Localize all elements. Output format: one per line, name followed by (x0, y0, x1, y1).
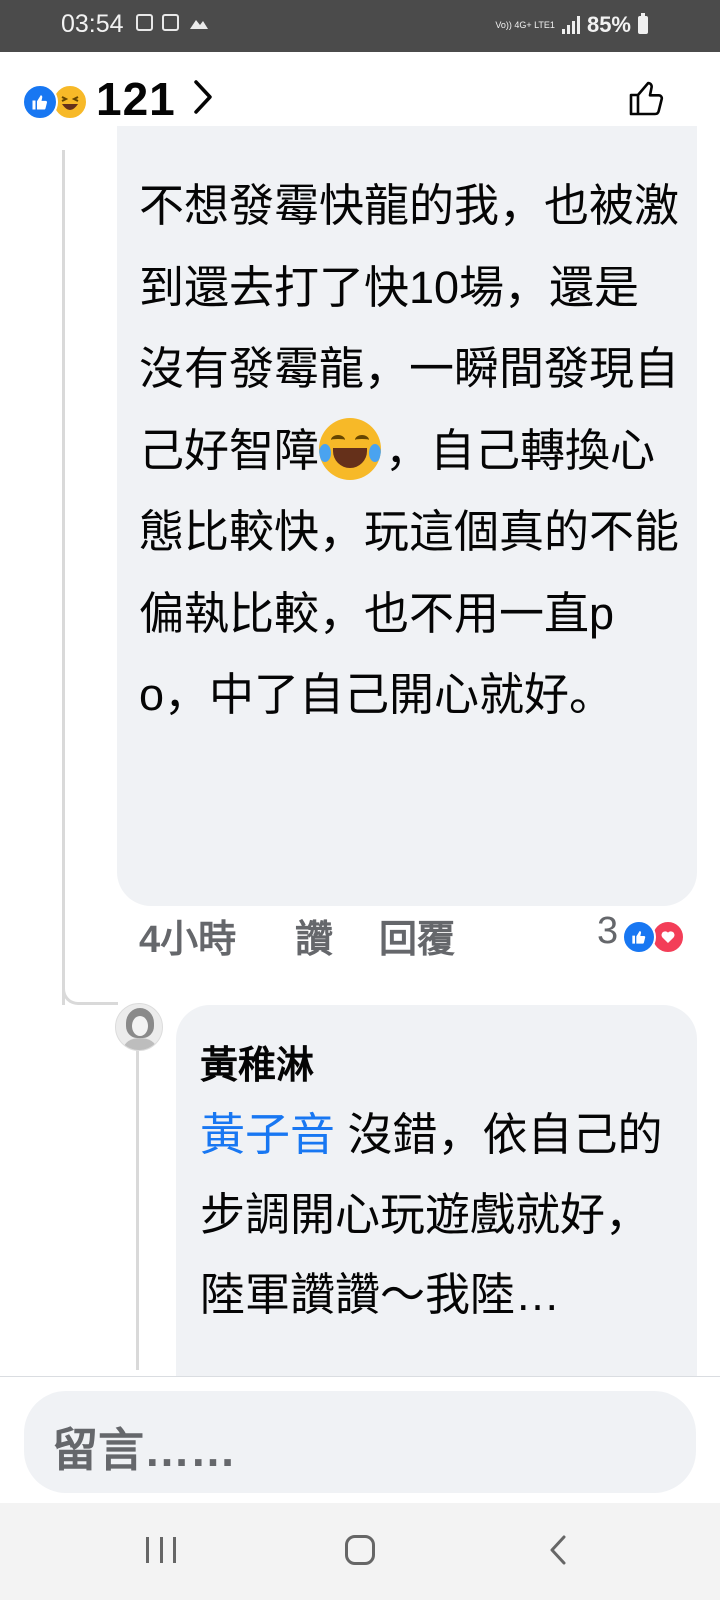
network-indicator: Vo)) 4G+ LTE1 (495, 20, 555, 30)
comment-reaction-count[interactable]: 3 (597, 910, 618, 953)
status-notification-icons (136, 14, 210, 31)
thread-line (62, 150, 65, 1005)
reply-button[interactable]: 回覆 (379, 908, 455, 963)
back-icon[interactable] (548, 1533, 568, 1567)
like-button-icon[interactable] (627, 78, 667, 118)
comment-composer: 留言…… (0, 1376, 720, 1504)
comment-input-placeholder: 留言…… (52, 1424, 236, 1476)
chevron-right-icon[interactable] (192, 78, 214, 116)
battery-icon (638, 13, 648, 34)
signal-icon (561, 16, 580, 34)
system-nav-bar (0, 1503, 720, 1600)
reaction-count[interactable]: 121 (96, 72, 176, 126)
battery-percent: 85% (586, 12, 631, 37)
home-icon[interactable] (345, 1535, 375, 1565)
gallery-icon (136, 14, 153, 31)
reply-text: 黃子音 沒錯，依自己的步調開心玩遊戲就好，陸軍讚讚～我陸… (200, 1109, 663, 1320)
reply-author[interactable]: 黃稚淋 (200, 1034, 314, 1089)
comment-reaction-icons[interactable] (622, 920, 685, 954)
reaction-icons[interactable] (22, 84, 88, 120)
check-icon (162, 14, 179, 31)
like-button[interactable]: 讚 (295, 908, 333, 963)
tears-of-joy-icon (319, 417, 382, 480)
comment-text: 不想發霉快龍的我，也被激到還去打了快10場，還是沒有發霉龍，一瞬間發現自己好智障… (139, 180, 680, 720)
recent-apps-icon[interactable] (146, 1537, 176, 1563)
love-icon (651, 920, 685, 954)
avatar[interactable] (115, 1003, 163, 1051)
thread-connector (62, 975, 118, 1005)
like-icon (622, 920, 656, 954)
comment-time: 4小時 (139, 919, 237, 961)
status-time: 03:54 (61, 10, 124, 38)
like-icon (22, 84, 58, 120)
comment-input[interactable]: 留言…… (24, 1391, 696, 1493)
status-bar: 03:54 Vo)) 4G+ LTE1 85% (0, 0, 720, 52)
mention-link[interactable]: 黃子音 (200, 1109, 335, 1160)
reply-thread-line (136, 1040, 139, 1370)
cloud-icon (190, 19, 208, 29)
